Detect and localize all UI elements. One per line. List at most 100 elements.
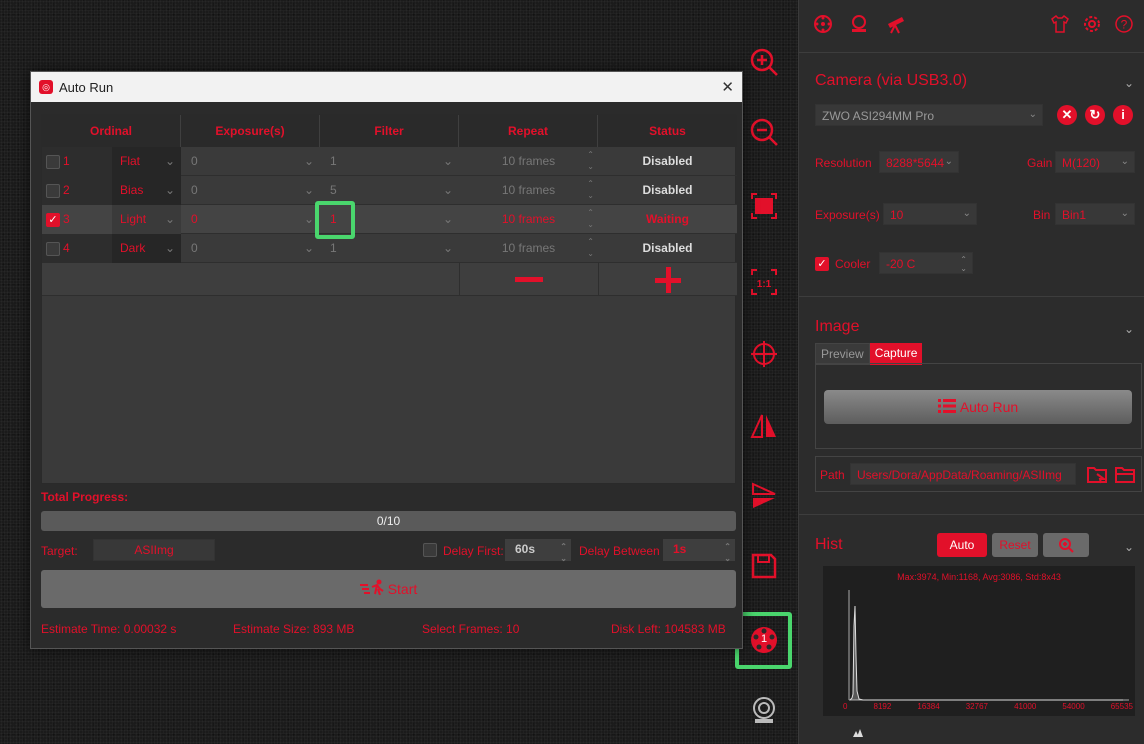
plus-icon — [655, 266, 681, 293]
refresh-icon[interactable]: ↻ — [1085, 105, 1105, 125]
disconnect-icon[interactable]: ✕ — [1057, 105, 1077, 125]
select-frames-value: 10 — [506, 622, 520, 636]
exposure-select[interactable]: 10 ⌄ — [883, 203, 977, 225]
stretch-slider-icon[interactable] — [851, 728, 865, 738]
status-cell: Disabled — [642, 154, 693, 168]
start-label: Start — [387, 581, 418, 597]
bin-value: Bin1 — [1062, 208, 1087, 222]
capture-panel: Auto Run — [815, 363, 1142, 449]
tab-preview[interactable]: Preview — [815, 343, 870, 365]
hist-ticks: 0 8192 16384 32767 41000 54000 65535 — [843, 702, 1133, 711]
shirt-icon[interactable] — [1050, 14, 1070, 34]
delay-first-spinbox[interactable]: 60s ⌃ ⌄ — [505, 539, 571, 563]
open-folder-icon[interactable] — [1086, 465, 1108, 485]
exposure-select[interactable]: 0 ⌄ — [181, 176, 320, 205]
table-row[interactable]: 2 Bias ⌄ 0 ⌄ 5 ⌄ 10 frames ⌃ ⌄ Disabled — [42, 176, 737, 205]
table-row[interactable]: ✓ 3 Light ⌄ 0 ⌄ 1 ⌄ 10 frames ⌃ ⌄ Waiting — [42, 205, 737, 234]
column-header: Repeat — [459, 115, 598, 147]
telescope-icon[interactable] — [885, 14, 907, 34]
progress-bar: 0/10 — [41, 511, 736, 531]
repeat-spinbox[interactable]: 10 frames ⌃ ⌄ — [459, 176, 598, 205]
spin-arrows-icon: ⌃ ⌄ — [587, 208, 594, 229]
flip-vertical-icon[interactable] — [748, 480, 780, 512]
path-input[interactable]: Users/Dora/AppData/Roaming/ASIImg — [850, 463, 1076, 485]
row-checkbox[interactable] — [46, 241, 60, 256]
table-row[interactable]: 1 Flat ⌄ 0 ⌄ 1 ⌄ 10 frames ⌃ ⌄ Disabled — [42, 147, 737, 176]
exposure-select[interactable]: 0 ⌄ — [181, 234, 320, 263]
spin-arrows-icon: ⌃ ⌄ — [587, 179, 594, 200]
zoom-out-icon[interactable] — [748, 116, 780, 148]
crosshair-icon[interactable] — [748, 338, 780, 370]
repeat-spinbox[interactable]: 10 frames ⌃ ⌄ — [459, 234, 598, 263]
filter-select[interactable]: 1 ⌄ — [320, 147, 459, 176]
chevron-down-icon: ⌄ — [303, 212, 314, 226]
gain-select[interactable]: M(120) ⌄ — [1055, 151, 1135, 173]
gear-icon[interactable] — [813, 14, 833, 34]
cooler-checkbox[interactable]: ✓ — [815, 256, 829, 271]
camera-section-title: Camera (via USB3.0) — [815, 72, 968, 89]
repeat-spinbox[interactable]: 10 frames ⌃ ⌄ — [459, 205, 598, 234]
status-cell: Disabled — [642, 183, 693, 197]
spin-arrows-icon: ⌃ ⌄ — [960, 255, 967, 273]
row-checkbox[interactable] — [46, 154, 60, 169]
fit-screen-icon[interactable] — [748, 190, 780, 222]
help-icon[interactable]: ? — [1114, 14, 1134, 34]
repeat-spinbox[interactable]: 10 frames ⌃ ⌄ — [459, 147, 598, 176]
flip-horizontal-icon[interactable] — [748, 410, 780, 442]
table-row[interactable]: 4 Dark ⌄ 0 ⌄ 1 ⌄ 10 frames ⌃ ⌄ Disabled — [42, 234, 737, 263]
spin-arrows-icon: ⌃ ⌄ — [587, 150, 594, 171]
resolution-select[interactable]: 8288*5644 ⌄ — [879, 151, 959, 173]
chevron-down-icon[interactable]: ⌄ — [1124, 540, 1134, 554]
hist-tick: 65535 — [1110, 702, 1133, 711]
delay-between-spinbox[interactable]: 1s ⌃ ⌄ — [663, 539, 735, 563]
folder-icon[interactable] — [1114, 465, 1136, 485]
actual-size-icon[interactable]: 1:1 — [748, 266, 780, 298]
tab-capture[interactable]: Capture — [869, 343, 923, 365]
type-select[interactable]: Flat ⌄ — [112, 147, 181, 176]
chevron-down-icon[interactable]: ⌄ — [1124, 76, 1134, 90]
delay-first-checkbox[interactable] — [423, 543, 437, 557]
add-row-button[interactable] — [598, 263, 737, 296]
exposure-value: 0 — [191, 183, 198, 197]
save-icon[interactable] — [748, 550, 780, 582]
focuser-icon[interactable] — [748, 694, 780, 726]
type-select[interactable]: Dark ⌄ — [112, 234, 181, 263]
zoom-in-icon[interactable] — [748, 46, 780, 78]
chevron-down-icon[interactable]: ⌄ — [1124, 322, 1134, 336]
remove-row-button[interactable] — [459, 263, 598, 296]
chevron-down-icon: ⌄ — [303, 241, 314, 255]
close-icon[interactable]: ✕ — [721, 78, 734, 96]
info-icon[interactable]: i — [1113, 105, 1133, 125]
zoom-in-icon — [1059, 538, 1074, 553]
hist-reset-button[interactable]: Reset — [992, 533, 1038, 557]
auto-run-button[interactable]: Auto Run — [824, 390, 1132, 424]
chevron-down-icon: ⌄ — [164, 212, 175, 226]
cooler-spinbox[interactable]: -20 C ⌃ ⌄ — [879, 252, 973, 274]
top-icons — [813, 14, 907, 34]
image-section-title: Image — [815, 318, 860, 335]
type-select[interactable]: Bias ⌄ — [112, 176, 181, 205]
hist-auto-button[interactable]: Auto — [937, 533, 987, 557]
repeat-value: 10 frames — [501, 183, 556, 197]
exposure-select[interactable]: 0 ⌄ — [181, 205, 320, 234]
row-checkbox[interactable] — [46, 183, 60, 198]
right-panel: ? Camera (via USB3.0) ⌄ ZWO ASI294MM Pro… — [798, 0, 1144, 744]
settings-icon[interactable] — [1082, 14, 1102, 34]
camera-select[interactable]: ZWO ASI294MM Pro ⌄ — [815, 104, 1043, 126]
exposure-select[interactable]: 0 ⌄ — [181, 147, 320, 176]
row-checkbox[interactable]: ✓ — [46, 212, 60, 227]
disk-left: Disk Left: 104583 MB — [611, 622, 726, 636]
camera-icon[interactable] — [849, 14, 869, 34]
target-input[interactable]: ASIImg — [93, 539, 215, 561]
path-label: Path — [820, 468, 845, 482]
chevron-down-icon: ⌄ — [962, 208, 971, 219]
hist-zoom-button[interactable] — [1043, 533, 1089, 557]
type-select[interactable]: Light ⌄ — [112, 205, 181, 234]
start-button[interactable]: Start — [41, 570, 736, 608]
minus-icon — [515, 276, 543, 282]
chevron-down-icon: ⌄ — [442, 154, 453, 168]
histogram: Max:3974, Min:1168, Avg:3086, Std:8x43 0… — [823, 566, 1135, 716]
bin-select[interactable]: Bin1 ⌄ — [1055, 203, 1135, 225]
gain-value: M(120) — [1062, 156, 1101, 170]
resolution-value: 8288*5644 — [886, 156, 945, 170]
